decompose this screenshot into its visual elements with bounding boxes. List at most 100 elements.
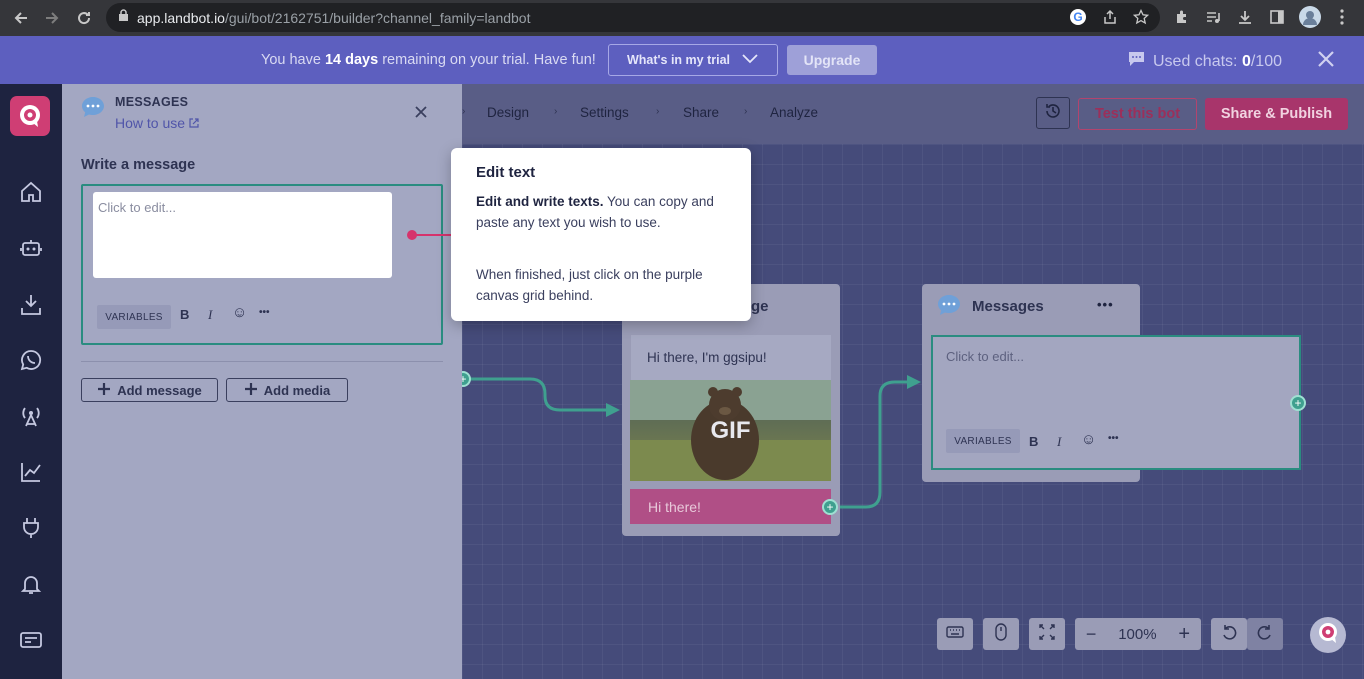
mouse-mode-button[interactable] <box>983 618 1019 650</box>
whats-in-trial-label: What's in my trial <box>627 53 730 67</box>
reload-icon[interactable] <box>71 5 97 31</box>
bold-button[interactable]: B <box>180 307 189 322</box>
close-panel-icon[interactable] <box>414 103 428 123</box>
whats-in-trial-button[interactable]: What's in my trial <box>608 44 778 76</box>
message-text-input[interactable]: Click to edit... <box>93 192 392 278</box>
more-format-button[interactable]: ••• <box>259 307 270 318</box>
help-chat-launcher[interactable] <box>1310 617 1346 653</box>
fit-view-icon <box>1038 623 1056 646</box>
tooltip-title: Edit text <box>476 164 536 181</box>
hi-there-button[interactable]: Hi there! <box>630 489 831 524</box>
integrations-plug-icon[interactable] <box>17 514 45 542</box>
left-navigation <box>0 84 62 679</box>
variables-button[interactable]: VARIABLES <box>97 305 171 329</box>
add-message-button[interactable]: Add message <box>81 378 218 402</box>
node-1-title: ge <box>751 298 769 315</box>
notifications-bell-icon[interactable] <box>17 570 45 598</box>
node-2-variables-button[interactable]: VARIABLES <box>946 429 1020 453</box>
lock-icon <box>118 8 129 27</box>
redo-button[interactable] <box>1247 618 1283 650</box>
test-bot-button[interactable]: Test this bot <box>1078 98 1197 130</box>
node-1-output-port[interactable]: + <box>822 499 838 515</box>
tab-analyze[interactable]: Analyze <box>770 105 818 120</box>
greeting-bubble[interactable]: Hi there, I'm ggsipu! <box>631 335 831 380</box>
close-banner-icon[interactable] <box>1317 50 1335 71</box>
node-2-more-format-button[interactable]: ••• <box>1108 433 1119 444</box>
sidebar-toggle-icon[interactable] <box>1265 5 1289 29</box>
plus-icon <box>97 382 111 399</box>
tab-share[interactable]: Share <box>683 105 719 120</box>
node-2-italic-button[interactable]: I <box>1057 434 1061 450</box>
profile-avatar[interactable] <box>1298 5 1322 29</box>
nav-separator: › <box>462 106 466 117</box>
editor-connector-line <box>416 234 456 236</box>
emoji-button[interactable]: ☺ <box>232 304 247 321</box>
inbox-download-icon[interactable] <box>17 291 45 319</box>
nav-separator: › <box>656 106 660 117</box>
zoom-out-button[interactable]: − <box>1086 624 1097 645</box>
add-media-button[interactable]: Add media <box>226 378 348 402</box>
chevron-down-icon <box>742 53 758 67</box>
write-message-label: Write a message <box>81 157 196 173</box>
media-control-icon[interactable] <box>1201 5 1225 29</box>
upgrade-button[interactable]: Upgrade <box>787 45 877 75</box>
history-icon <box>1044 102 1062 125</box>
bookmark-star-icon[interactable] <box>1129 5 1153 29</box>
forward-icon[interactable] <box>39 5 65 31</box>
divider <box>81 361 443 362</box>
builder-top-nav: › Design › Settings › Share › Analyze Te… <box>462 84 1364 144</box>
edit-text-tooltip: Edit text Edit and write texts. You can … <box>451 148 751 321</box>
google-icon[interactable]: G <box>1066 5 1090 29</box>
node-2-editor-placeholder[interactable]: Click to edit... <box>946 349 1024 364</box>
tab-settings[interactable]: Settings <box>580 105 629 120</box>
messages-panel: MESSAGES How to use Write a message Clic… <box>62 84 462 679</box>
tab-design[interactable]: Design <box>487 105 529 120</box>
undo-button[interactable] <box>1211 618 1247 650</box>
bear-gif-image[interactable]: GIF <box>630 380 831 481</box>
undo-icon <box>1221 624 1237 645</box>
italic-button[interactable]: I <box>208 307 212 323</box>
tooltip-body-2: When finished, just click on the purple … <box>476 267 703 303</box>
fit-view-button[interactable] <box>1029 618 1065 650</box>
chat-bubble-icon <box>1128 51 1145 72</box>
browser-toolbar: app.landbot.io/gui/bot/2162751/builder?c… <box>0 0 1364 36</box>
node-2-emoji-button[interactable]: ☺ <box>1081 431 1096 448</box>
tooltip-body: Edit and write texts. You can copy and p… <box>476 194 714 230</box>
whatsapp-icon[interactable] <box>17 346 45 374</box>
share-page-icon[interactable] <box>1098 5 1122 29</box>
url-text: app.landbot.io/gui/bot/2162751/builder?c… <box>137 9 531 26</box>
svg-text:G: G <box>1073 10 1082 24</box>
browser-menu-icon[interactable] <box>1330 5 1354 29</box>
keyboard-shortcuts-button[interactable] <box>937 618 973 650</box>
broadcast-icon[interactable] <box>17 402 45 430</box>
chat-bubble-icon <box>937 294 961 321</box>
node-2-title: Messages <box>972 298 1044 315</box>
nav-separator: › <box>744 106 748 117</box>
billing-card-icon[interactable] <box>17 626 45 654</box>
analytics-icon[interactable] <box>17 458 45 486</box>
bot-icon[interactable] <box>17 234 45 262</box>
how-to-use-link[interactable]: How to use <box>115 115 199 131</box>
back-icon[interactable] <box>8 5 34 31</box>
download-icon[interactable] <box>1233 5 1257 29</box>
landbot-logo[interactable] <box>10 96 50 136</box>
gif-label: GIF <box>710 416 751 444</box>
trial-message: You have 14 days remaining on your trial… <box>261 52 596 68</box>
home-icon[interactable] <box>17 178 45 206</box>
share-publish-button[interactable]: Share & Publish <box>1205 98 1348 130</box>
node-2-output-port[interactable]: + <box>1290 395 1306 411</box>
used-chats: Used chats: 0/100 <box>1128 51 1282 72</box>
node-2-bold-button[interactable]: B <box>1029 434 1038 449</box>
extensions-icon[interactable] <box>1170 5 1194 29</box>
nav-separator: › <box>554 106 558 117</box>
mouse-icon <box>995 622 1007 646</box>
history-button[interactable] <box>1036 97 1070 129</box>
redo-icon <box>1257 624 1273 645</box>
node-2-more-icon[interactable]: ••• <box>1097 297 1114 312</box>
zoom-level: 100% <box>1118 625 1157 643</box>
zoom-control: − 100% + <box>1075 618 1201 650</box>
external-link-icon <box>189 115 199 131</box>
address-bar[interactable]: app.landbot.io/gui/bot/2162751/builder?c… <box>106 3 1160 32</box>
zoom-in-button[interactable]: + <box>1178 623 1190 646</box>
message-editor: Click to edit... VARIABLES B I ☺ ••• <box>81 184 443 345</box>
